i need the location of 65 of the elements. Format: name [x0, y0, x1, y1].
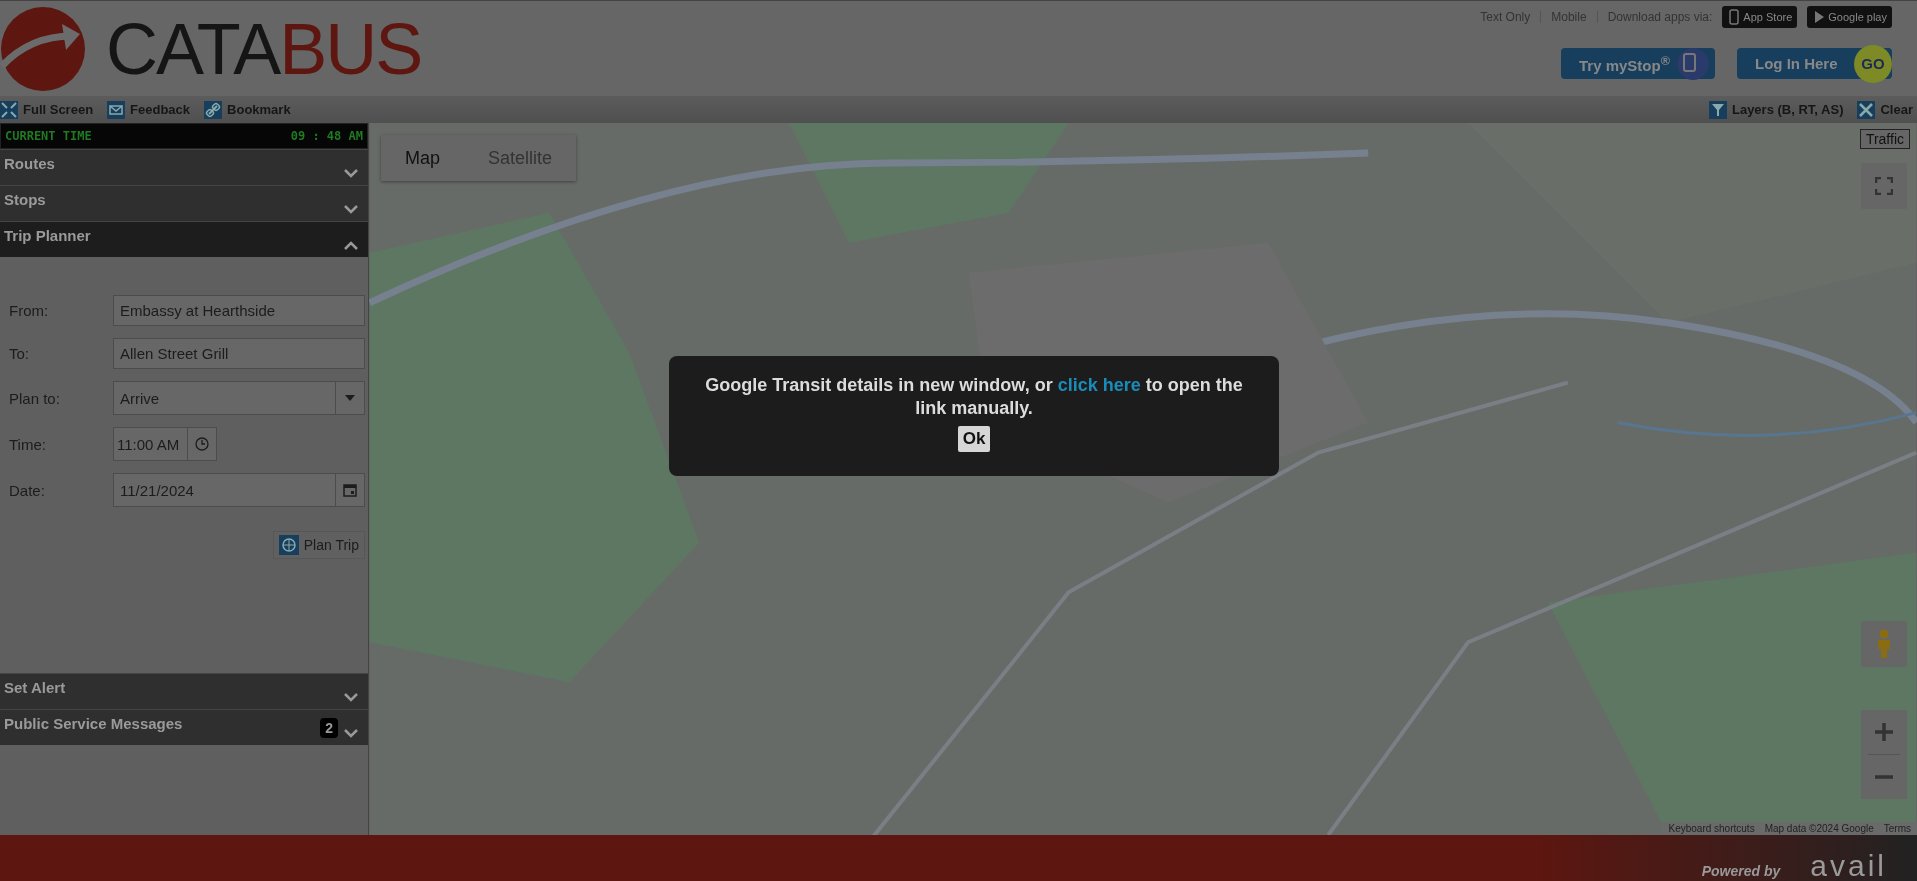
street-view-button[interactable]: [1861, 621, 1907, 667]
section-title: Trip Planner: [4, 227, 92, 244]
fullscreen-icon: [1875, 177, 1893, 195]
accordion-header[interactable]: Routes: [0, 149, 368, 185]
link-icon: [204, 100, 223, 119]
phone-circle-icon: [1675, 46, 1710, 81]
accordion-header[interactable]: Trip Planner: [0, 221, 368, 257]
field-label: Date:: [9, 481, 46, 499]
calendar-icon: [343, 483, 357, 497]
store-badge[interactable]: App Store: [1722, 6, 1798, 28]
powered-by-text: Powered by: [1701, 863, 1781, 881]
field-label: Time:: [9, 435, 47, 453]
logo-text: CATABUS: [106, 12, 422, 85]
brand-logo: avail: [1810, 851, 1887, 881]
dialog-link[interactable]: click here: [1057, 375, 1141, 395]
toolbar-link[interactable]: Feedback: [107, 100, 191, 119]
caret-icon: [345, 395, 355, 401]
envelope-icon: [107, 100, 126, 119]
mystop-button[interactable]: Try myStop$^{®}$: [1561, 48, 1715, 79]
clock-label: CURRENT TIME: [5, 129, 92, 143]
plus-icon: [1875, 723, 1893, 741]
person-icon: [1876, 629, 1892, 659]
ok-button[interactable]: Ok: [957, 425, 991, 452]
map-type-tab[interactable]: Map: [381, 135, 464, 181]
fullscreen-button[interactable]: [1861, 163, 1907, 209]
section-title: Public Service Messages: [4, 715, 184, 732]
date-field[interactable]: 11/21/2024: [113, 473, 365, 507]
clock-time: 09 : 48 AM: [290, 129, 363, 143]
funnel-icon: [1708, 100, 1727, 119]
chevron-down-icon: [344, 693, 358, 702]
store-badge[interactable]: Google play: [1807, 6, 1892, 28]
time-field[interactable]: 11:00 AM: [113, 427, 217, 461]
clock-icon: [195, 437, 209, 451]
chevron-down-icon: [344, 169, 358, 178]
section-title: Set Alert: [4, 679, 67, 696]
field-label: Plan to:: [9, 389, 61, 407]
close-icon: [1857, 100, 1876, 119]
minus-icon: [1875, 775, 1893, 779]
accordion-header[interactable]: Set Alert: [0, 673, 368, 709]
accordion-header[interactable]: Public Service Messages 2: [0, 709, 368, 745]
accordion-header[interactable]: Stops: [0, 185, 368, 221]
chevron-up-icon: [344, 241, 358, 250]
toolbar-link[interactable]: Bookmark: [204, 100, 291, 119]
plan-trip-button[interactable]: Plan Trip: [272, 531, 365, 559]
phone-icon: [1727, 9, 1742, 25]
toolbar-link[interactable]: Clear: [1857, 100, 1913, 119]
traffic-button[interactable]: Traffic: [1859, 129, 1910, 149]
attribution-link[interactable]: Map data ©2024 Google: [1764, 823, 1874, 834]
field-label: To:: [9, 345, 30, 362]
section-title: Stops: [4, 191, 47, 208]
dialog-message: Google Transit details in new window, or click here to open the link manually.: [704, 374, 1244, 421]
chevron-down-icon: [344, 205, 358, 214]
toolbar-link[interactable]: Full Screen: [0, 100, 94, 119]
attribution-link[interactable]: Keyboard shortcuts: [1668, 823, 1755, 834]
chevron-down-icon: [344, 729, 358, 738]
input-field[interactable]: Embassy at Hearthside: [113, 295, 365, 326]
toolbar-link[interactable]: Layers (B, RT, AS): [1708, 100, 1844, 119]
dropdown-field[interactable]: Arrive: [113, 381, 365, 415]
attribution-link[interactable]: Terms: [1883, 823, 1911, 834]
input-field[interactable]: Allen Street Grill: [113, 338, 365, 369]
field-label: From:: [9, 302, 50, 319]
section-title: Routes: [4, 155, 56, 172]
count-badge: 2: [320, 717, 338, 738]
expand-arrows-icon: [0, 100, 18, 119]
globe-icon: [278, 535, 299, 555]
